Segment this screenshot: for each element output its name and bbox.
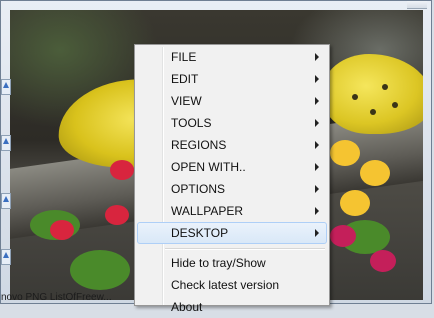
thumbnail-icon xyxy=(3,138,9,144)
submenu-arrow-icon xyxy=(315,229,319,237)
menu-item-tools[interactable]: TOOLS xyxy=(137,112,327,134)
submenu-arrow-icon xyxy=(315,97,319,105)
submenu-arrow-icon xyxy=(315,207,319,215)
menu-item-file[interactable]: FILE xyxy=(137,46,327,68)
thumbnail-icon xyxy=(3,252,9,258)
side-thumbnail[interactable] xyxy=(1,135,11,151)
menu-item-about[interactable]: About xyxy=(137,296,327,318)
menu-item-wallpaper[interactable]: WALLPAPER xyxy=(137,200,327,222)
menu-item-label: EDIT xyxy=(171,72,199,86)
menu-item-label: Hide to tray/Show xyxy=(171,256,266,270)
menu-item-label: TOOLS xyxy=(171,116,212,130)
photo-yellow-flower xyxy=(330,140,360,166)
side-thumbnail[interactable] xyxy=(1,193,11,209)
menu-item-regions[interactable]: REGIONS xyxy=(137,134,327,156)
submenu-arrow-icon xyxy=(315,75,319,83)
menu-item-label: REGIONS xyxy=(171,138,227,152)
thumbnail-icon xyxy=(3,196,9,202)
menu-item-label: VIEW xyxy=(171,94,202,108)
photo-yellow-clog-right xyxy=(322,54,423,134)
menu-item-label: Check latest version xyxy=(171,278,280,292)
side-thumbnail[interactable] xyxy=(1,249,11,265)
menu-item-label: DESKTOP xyxy=(171,226,229,240)
submenu-arrow-icon xyxy=(315,185,319,193)
taskbar-text: novo PNG ListOfFreew... xyxy=(1,292,112,303)
photo-red-flower xyxy=(50,220,74,240)
menu-item-view[interactable]: VIEW xyxy=(137,90,327,112)
submenu-arrow-icon xyxy=(315,53,319,61)
photo-pink-flower xyxy=(330,225,356,247)
menu-separator xyxy=(165,248,325,250)
thumbnail-icon xyxy=(3,82,9,88)
photo-leaf xyxy=(70,250,130,290)
submenu-arrow-icon xyxy=(315,141,319,149)
context-menu: FILE EDIT VIEW TOOLS REGIONS OPEN WITH..… xyxy=(134,44,330,314)
menu-item-label: About xyxy=(171,300,203,314)
side-thumbnail[interactable] xyxy=(1,79,11,95)
menu-item-hide-to-tray[interactable]: Hide to tray/Show xyxy=(137,252,327,274)
menu-item-open-with[interactable]: OPEN WITH.. xyxy=(137,156,327,178)
photo-yellow-flower xyxy=(360,160,390,186)
submenu-arrow-icon xyxy=(315,163,319,171)
window-close-button[interactable] xyxy=(407,1,427,9)
menu-item-desktop[interactable]: DESKTOP xyxy=(137,222,327,244)
menu-item-options[interactable]: OPTIONS xyxy=(137,178,327,200)
photo-yellow-flower xyxy=(340,190,370,216)
menu-item-edit[interactable]: EDIT xyxy=(137,68,327,90)
menu-item-label: FILE xyxy=(171,50,197,64)
photo-red-flower xyxy=(110,160,134,180)
menu-item-label: WALLPAPER xyxy=(171,204,244,218)
menu-item-label: OPEN WITH.. xyxy=(171,160,246,174)
photo-red-flower xyxy=(105,205,129,225)
submenu-arrow-icon xyxy=(315,119,319,127)
menu-item-label: OPTIONS xyxy=(171,182,226,196)
menu-item-check-latest-version[interactable]: Check latest version xyxy=(137,274,327,296)
photo-pink-flower xyxy=(370,250,396,272)
